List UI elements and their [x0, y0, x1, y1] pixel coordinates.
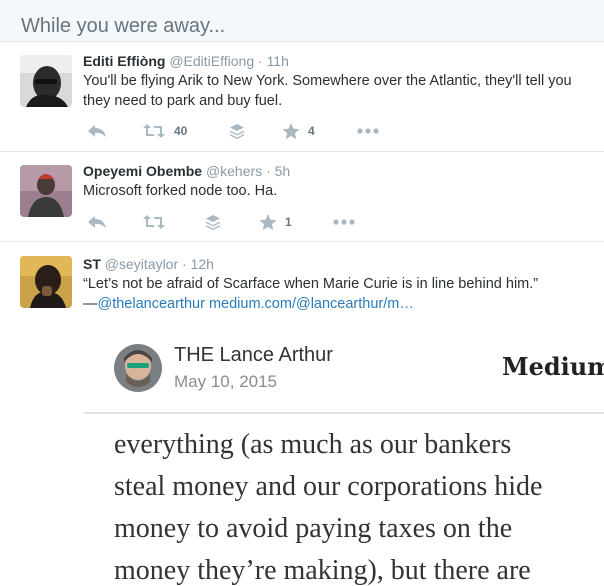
link-card[interactable]: THE Lance Arthur May 10, 2015 Medium eve…	[84, 330, 604, 586]
card-excerpt-line: money they’re making), but there are	[114, 555, 531, 586]
tweet-author-name[interactable]: Editi Effiòng	[83, 53, 165, 69]
retweet-icon	[142, 123, 166, 139]
reply-icon	[87, 123, 107, 139]
tweet-author-name[interactable]: ST	[83, 256, 101, 272]
star-icon	[259, 213, 277, 231]
favorite-count: 1	[285, 215, 292, 229]
separator: ·	[182, 256, 187, 272]
tweet-text-line: “Let’s not be afraid of Scarface when Ma…	[83, 276, 539, 292]
card-excerpt-line: steal money and our corporations hide	[114, 471, 543, 502]
favorite-button[interactable]: 4	[282, 121, 315, 141]
tweet-timestamp[interactable]: 11h	[267, 53, 289, 69]
avatar[interactable]	[20, 256, 72, 308]
tweet-text: You'll be flying Arik to New York. Somew…	[83, 71, 604, 111]
tweet-username[interactable]: @kehers	[206, 163, 262, 179]
tweet-text: “Let’s not be afraid of Scarface when Ma…	[83, 274, 604, 314]
retweet-count: 40	[174, 124, 188, 138]
tweet[interactable]: Opeyemi Obembe @kehers · 5h Microsoft fo…	[0, 152, 604, 242]
separator: ·	[266, 163, 271, 179]
tweet-timestamp[interactable]: 5h	[275, 163, 291, 179]
tweet-text-line-links: —@thelancearthur medium.com/@lancearthur…	[83, 294, 604, 314]
more-icon	[333, 219, 355, 225]
card-excerpt: everything (as much as our bankers steal…	[114, 424, 604, 586]
tweet-author-name[interactable]: Opeyemi Obembe	[83, 163, 202, 179]
pocket-icon	[229, 123, 245, 139]
favorite-button[interactable]: 1	[259, 212, 292, 232]
retweet-button[interactable]: 40	[142, 121, 187, 141]
tweet-text-line: they need to park and buy fuel.	[83, 93, 283, 109]
pocket-icon	[205, 214, 221, 230]
url-link[interactable]: medium.com/@lancearthur/m…	[209, 296, 414, 312]
card-author-avatar	[114, 344, 162, 392]
quote-dash: —	[83, 296, 98, 312]
retweet-icon	[142, 214, 166, 230]
section-header: While you were away...	[0, 0, 604, 42]
retweet-button[interactable]	[142, 212, 166, 232]
pocket-button[interactable]	[229, 121, 245, 141]
mention-link[interactable]: @thelancearthur	[98, 296, 205, 312]
card-excerpt-line: everything (as much as our bankers	[114, 429, 512, 460]
tweet-text-line: You'll be flying Arik to New York. Somew…	[83, 73, 572, 89]
section-title: While you were away...	[21, 15, 226, 37]
reply-button[interactable]	[87, 212, 107, 232]
card-excerpt-line: money to avoid paying taxes on the	[114, 513, 513, 544]
avatar[interactable]	[20, 55, 72, 107]
card-date: May 10, 2015	[174, 372, 278, 391]
separator: ·	[258, 53, 263, 69]
reply-button[interactable]	[87, 121, 107, 141]
reply-icon	[87, 214, 107, 230]
medium-logo: Medium	[502, 352, 604, 381]
more-button[interactable]	[357, 121, 379, 141]
tweet-username[interactable]: @EditiEffiong	[169, 53, 254, 69]
tweet[interactable]: Editi Effiòng @EditiEffiong · 11h You'll…	[0, 42, 604, 152]
more-icon	[357, 128, 379, 134]
star-icon	[282, 122, 300, 140]
favorite-count: 4	[308, 124, 315, 138]
tweet-text: Microsoft forked node too. Ha.	[83, 181, 604, 201]
card-author-name: THE Lance Arthur	[174, 344, 333, 366]
divider	[84, 412, 604, 414]
pocket-button[interactable]	[205, 212, 221, 232]
tweet-text-line: Microsoft forked node too. Ha.	[83, 183, 278, 199]
tweet-timestamp[interactable]: 12h	[191, 256, 214, 272]
avatar[interactable]	[20, 165, 72, 217]
tweet-username[interactable]: @seyitaylor	[105, 256, 178, 272]
more-button[interactable]	[333, 212, 355, 232]
